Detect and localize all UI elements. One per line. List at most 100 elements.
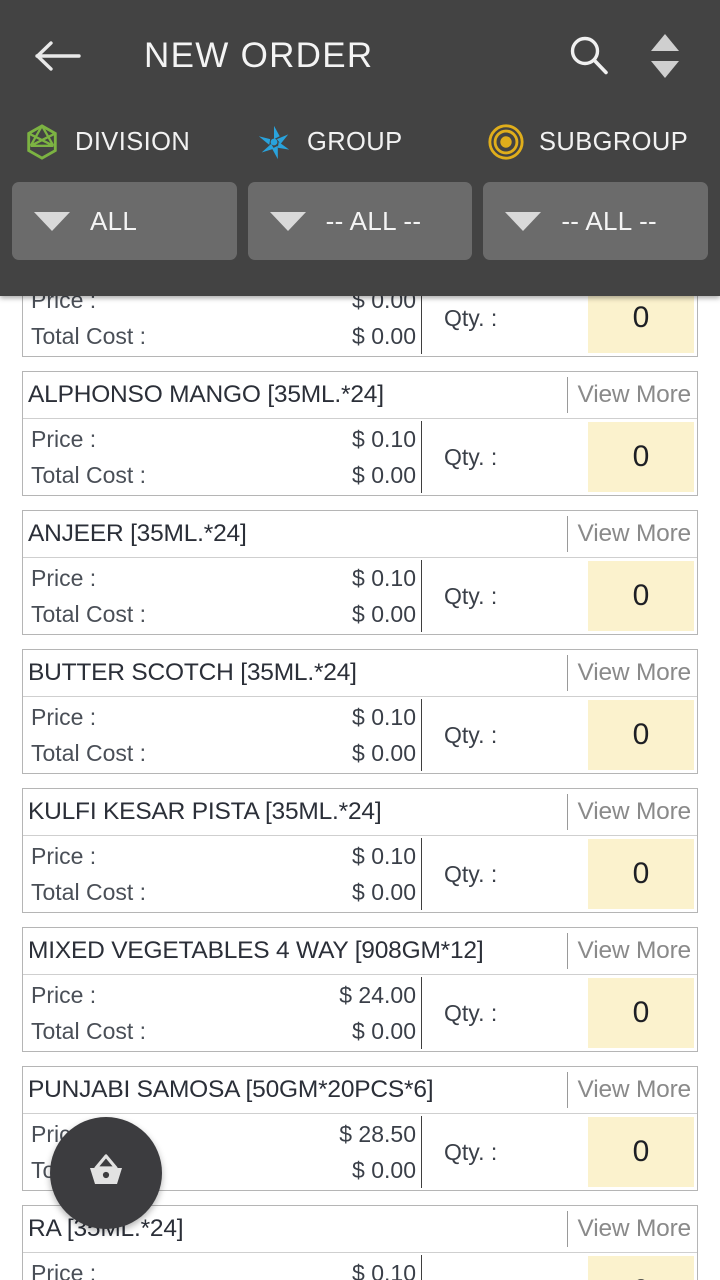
product-name: MIXED VEGETABLES 4 WAY [908GM*12] bbox=[28, 937, 484, 964]
price-value: $ 0.10 bbox=[352, 1260, 416, 1280]
view-more-link[interactable]: View More bbox=[578, 1076, 698, 1104]
price-row: Price : $ 0.10 bbox=[31, 699, 416, 735]
total-cost-row: Total Cost : $ 0.00 bbox=[31, 1013, 416, 1049]
price-row: Price : $ 0.10 bbox=[31, 1255, 416, 1280]
app-bar: NEW ORDER bbox=[0, 0, 720, 112]
product-name: ANJEER [35ML.*24] bbox=[28, 520, 247, 547]
product-card-header: BUTTER SCOTCH [35ML.*24] View More bbox=[23, 650, 697, 697]
total-cost-value: $ 0.00 bbox=[352, 462, 416, 488]
view-more-link[interactable]: View More bbox=[578, 659, 698, 687]
total-cost-label: Total Cost : bbox=[31, 879, 147, 905]
view-more-link[interactable]: View More bbox=[578, 937, 698, 965]
price-block: Price : $ 0.10 Total Cost : $ 0.00 bbox=[23, 697, 421, 773]
price-block: Price :$ 0.10Total Cost :$ 0.00 bbox=[23, 836, 421, 912]
filter-label-text: DIVISION bbox=[75, 127, 191, 156]
total-cost-value: $ 0.00 bbox=[352, 879, 416, 905]
price-row: Price : $ 24.00 bbox=[31, 977, 416, 1013]
subgroup-dropdown[interactable]: -- ALL -- bbox=[483, 182, 709, 260]
product-card[interactable]: BUTTER SCOTCH [35ML.*24] View More Price :… bbox=[22, 649, 698, 774]
qty-label: Qty. : bbox=[444, 443, 498, 470]
shopping-basket-icon bbox=[81, 1146, 131, 1201]
divider bbox=[566, 516, 568, 552]
price-label: Price : bbox=[31, 982, 97, 1008]
total-cost-label: Total Cost : bbox=[31, 1018, 147, 1044]
divider bbox=[566, 1072, 568, 1108]
view-more-link[interactable]: View More bbox=[578, 520, 698, 548]
filter-button-row: ALL -- ALL -- -- ALL -- bbox=[0, 172, 720, 260]
page-title: NEW ORDER bbox=[144, 36, 374, 75]
qty-input[interactable]: 0 bbox=[588, 422, 694, 492]
product-card-body: Price : $ 0.10 Total Cost : $ 0.00 Qty. : 0 bbox=[23, 836, 697, 912]
product-card[interactable]: MIXED VEGETABLES 4 WAY [908GM*12] View Mo… bbox=[22, 927, 698, 1052]
price-block: Price :$ 0.10Total Cost :$ 0.00 bbox=[23, 1253, 421, 1280]
qty-block: Qty. :0 bbox=[422, 975, 697, 1051]
chevron-down-icon bbox=[269, 211, 306, 231]
total-cost-row: Total Cost : $ 0.00 bbox=[31, 735, 416, 771]
filter-label-text: SUBGROUP bbox=[539, 127, 689, 156]
view-more-link[interactable]: View More bbox=[578, 381, 698, 409]
total-cost-row: Total Cost : $ 0.00 bbox=[31, 457, 416, 493]
group-dropdown[interactable]: -- ALL -- bbox=[247, 182, 473, 260]
qty-input[interactable]: 0 bbox=[588, 978, 694, 1048]
product-card[interactable]: ANJEER [35ML.*24] View More Price : $ 0.10 T… bbox=[22, 510, 698, 635]
product-card[interactable]: ALPHONSO MANGO [35ML.*24] View More Price … bbox=[22, 371, 698, 496]
qty-block: Qty. : 0 bbox=[422, 419, 697, 495]
back-arrow-icon[interactable] bbox=[30, 34, 86, 78]
price-value: $ 0.10 bbox=[352, 704, 416, 730]
qty-block: Qty. :0 bbox=[422, 558, 697, 634]
product-card[interactable]: KULFI KESAR PISTA [35ML.*24] View More Pri… bbox=[22, 788, 698, 913]
view-more-link[interactable]: View More bbox=[578, 1215, 698, 1243]
total-cost-label: Total Cost : bbox=[31, 740, 147, 766]
price-label: Price : bbox=[31, 426, 97, 452]
filter-label-subgroup: SUBGROUP bbox=[476, 112, 708, 172]
total-cost-value: $ 0.00 bbox=[352, 1157, 416, 1183]
price-value: $ 24.00 bbox=[339, 982, 416, 1008]
qty-input[interactable]: 0 bbox=[588, 1256, 694, 1280]
total-cost-value: $ 0.00 bbox=[352, 740, 416, 766]
total-cost-row: Total Cost : $ 0.00 bbox=[31, 874, 416, 910]
search-icon[interactable] bbox=[560, 27, 618, 85]
view-more-link[interactable]: View More bbox=[578, 798, 698, 826]
total-cost-row: Total Cost : $ 0.00 bbox=[31, 318, 416, 354]
price-label: Price : bbox=[31, 843, 97, 869]
price-value: $ 0.10 bbox=[352, 426, 416, 452]
total-cost-value: $ 0.00 bbox=[352, 1018, 416, 1044]
qty-block: Qty. :0 bbox=[422, 836, 697, 912]
product-name: BUTTER SCOTCH [35ML.*24] bbox=[28, 659, 357, 686]
aperture-icon bbox=[254, 122, 294, 162]
qty-block: Qty. :0 bbox=[422, 1114, 697, 1190]
filter-label-row: DIVISION GROUP SUBGROUP bbox=[0, 112, 720, 172]
price-block: Price : $ 0.10 Total Cost : $ 0.00 bbox=[23, 419, 421, 495]
qty-label: Qty. : bbox=[444, 721, 498, 748]
product-name: ALPHONSO MANGO [35ML.*24] bbox=[28, 381, 384, 408]
total-cost-label: Total Cost : bbox=[31, 323, 147, 349]
qty-input[interactable]: 0 bbox=[588, 1117, 694, 1187]
target-icon bbox=[486, 122, 526, 162]
price-label: Price : bbox=[31, 704, 97, 730]
qty-input[interactable]: 0 bbox=[588, 839, 694, 909]
total-cost-label: Total Cost : bbox=[31, 462, 147, 488]
qty-block: Qty. :0 bbox=[422, 1253, 697, 1280]
divider bbox=[566, 933, 568, 969]
divider bbox=[566, 655, 568, 691]
price-row: Price : $ 0.10 bbox=[31, 421, 416, 457]
division-dropdown-value: ALL bbox=[90, 205, 138, 236]
price-label: Price : bbox=[31, 565, 97, 591]
total-cost-value: $ 0.00 bbox=[352, 323, 416, 349]
filter-label-division: DIVISION bbox=[12, 112, 244, 172]
price-value: $ 28.50 bbox=[339, 1121, 416, 1147]
product-card-body: Price : $ 0.10 Total Cost : $ 0.00 Qty. : 0 bbox=[23, 558, 697, 634]
product-card-header: MIXED VEGETABLES 4 WAY [908GM*12] View Mo… bbox=[23, 928, 697, 975]
subgroup-dropdown-value: -- ALL -- bbox=[561, 205, 657, 236]
product-card-body: Price : $ 0.10 Total Cost : $ 0.00 Qty. : 0 bbox=[23, 419, 697, 495]
qty-input[interactable]: 0 bbox=[588, 700, 694, 770]
cart-fab-button[interactable] bbox=[50, 1117, 162, 1229]
sort-updown-icon[interactable] bbox=[636, 27, 694, 85]
qty-label: Qty. : bbox=[444, 304, 498, 331]
filter-label-text: GROUP bbox=[307, 127, 403, 156]
chevron-down-icon bbox=[505, 211, 542, 231]
divider bbox=[566, 794, 568, 830]
qty-input[interactable]: 0 bbox=[588, 561, 694, 631]
qty-block: Qty. : 0 bbox=[422, 697, 697, 773]
division-dropdown[interactable]: ALL bbox=[12, 182, 237, 260]
